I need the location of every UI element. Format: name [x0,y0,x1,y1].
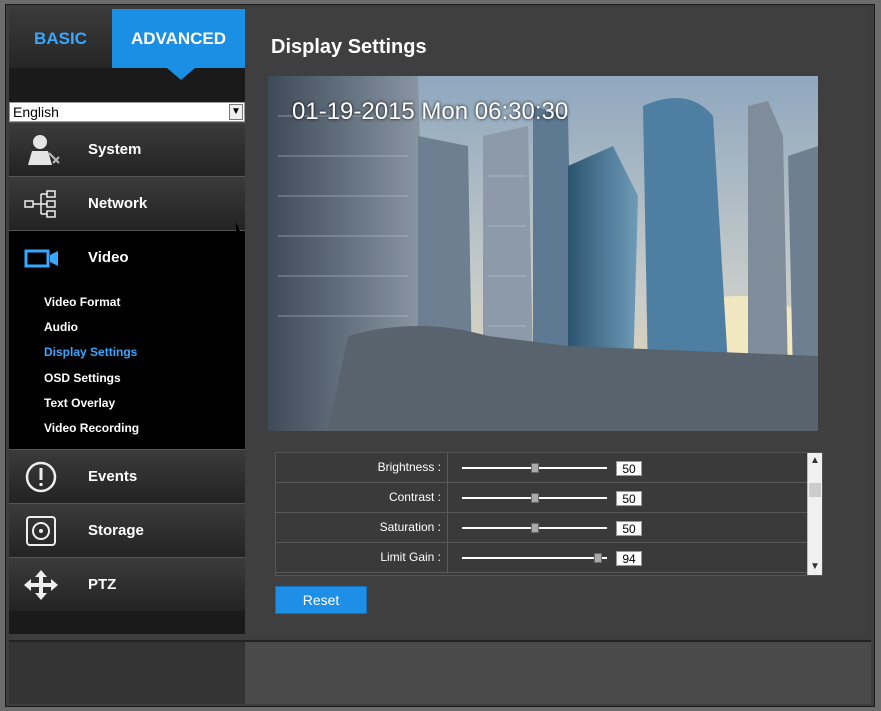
chevron-up-icon[interactable]: ▲ [808,453,822,469]
footer-left [9,642,245,704]
subnav-osd-settings[interactable]: OSD Settings [44,371,121,385]
setting-label: Contrast : [276,483,448,512]
slider-thumb[interactable] [594,553,602,563]
saturation-value[interactable]: 50 [616,521,642,536]
saturation-slider[interactable] [462,523,607,533]
setting-row-limit-gain: Limit Gain : 94 [276,543,808,573]
video-submenu: Video Format Audio Display Settings OSD … [9,284,245,449]
setting-row-brightness: Brightness : 50 [276,453,808,483]
sidebar-item-label: PTZ [88,576,117,593]
sidebar-item-storage[interactable]: Storage [9,503,245,557]
setting-label: Limit Gain : [276,543,448,572]
page-title: Display Settings [271,36,427,58]
language-select[interactable]: English ▼ [9,102,245,122]
sidebar-item-video[interactable]: Video [9,230,245,284]
sidebar-item-label: System [88,141,142,158]
limit-gain-slider[interactable] [462,553,607,563]
limit-gain-value[interactable]: 94 [616,551,642,566]
image-settings-panel: Brightness : 50 Contrast : 50 Saturation… [275,452,823,576]
sidebar-item-label: Events [88,468,138,485]
subnav-text-overlay[interactable]: Text Overlay [44,396,115,410]
setting-label: Saturation : [276,513,448,542]
storage-icon [26,516,56,546]
reset-button[interactable]: Reset [275,586,367,614]
osd-timestamp: 01-19-2015 Mon 06:30:30 [292,98,569,125]
subnav-video-format[interactable]: Video Format [44,295,120,309]
contrast-slider[interactable] [462,493,607,503]
network-icon [24,190,56,218]
brightness-value[interactable]: 50 [616,461,642,476]
slider-thumb[interactable] [531,523,539,533]
sidebar-item-label: Storage [88,522,144,539]
city-skyline-image [268,76,818,431]
tab-basic[interactable]: BASIC [9,9,112,68]
settings-scrollbar[interactable]: ▲ ▼ [807,453,822,575]
scrollbar-thumb[interactable] [809,483,821,497]
subnav-audio[interactable]: Audio [44,320,78,334]
active-tab-indicator [167,68,195,80]
setting-label: Brightness : [276,453,448,482]
chevron-down-icon[interactable]: ▼ [229,104,243,120]
sidebar-item-label: Network [88,195,148,212]
video-camera-icon [24,249,58,268]
system-icon [28,135,60,165]
video-preview: 01-19-2015 Mon 06:30:30 [268,76,818,431]
subnav-video-recording[interactable]: Video Recording [44,421,139,435]
tab-advanced[interactable]: ADVANCED [112,9,245,68]
contrast-value[interactable]: 50 [616,491,642,506]
language-value: English [13,104,59,120]
footer-bar [9,640,871,704]
ptz-icon [24,570,58,600]
mode-tabs: BASIC ADVANCED [9,9,245,68]
chevron-down-icon[interactable]: ▼ [808,559,822,575]
sidebar: BASIC ADVANCED English ▼ System Network … [9,9,245,634]
setting-row-contrast: Contrast : 50 [276,483,808,513]
subnav-display-settings[interactable]: Display Settings [44,345,137,359]
slider-thumb[interactable] [531,493,539,503]
events-icon [25,461,57,493]
setting-row-saturation: Saturation : 50 [276,513,808,543]
sidebar-item-network[interactable]: Network [9,176,245,230]
sidebar-item-ptz[interactable]: PTZ [9,557,245,611]
sidebar-item-system[interactable]: System [9,122,245,176]
slider-thumb[interactable] [531,463,539,473]
brightness-slider[interactable] [462,463,607,473]
sidebar-item-events[interactable]: Events [9,449,245,503]
sidebar-item-label: Video [88,249,129,266]
